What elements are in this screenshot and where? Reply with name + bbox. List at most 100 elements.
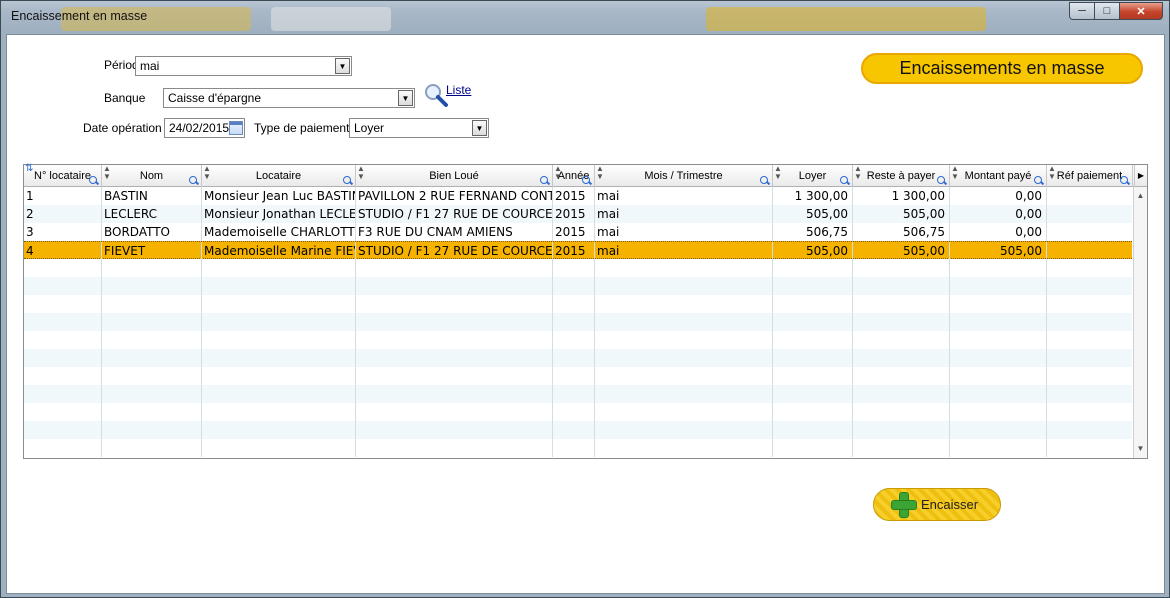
sort-icon[interactable]: ▲ ▼ (951, 165, 959, 181)
cell-bien (356, 349, 553, 367)
cell-montant (950, 349, 1047, 367)
column-header-num-locataire[interactable]: ⇅ N° locataire (24, 164, 102, 187)
cell-nom (102, 349, 202, 367)
filter-icon[interactable] (343, 176, 353, 186)
sort-icon[interactable]: ⇅ (25, 164, 33, 174)
cell-mois (595, 421, 773, 439)
table-row[interactable]: 1 BASTIN Monsieur Jean Luc BASTIN PAVILLON … (24, 187, 1132, 205)
cell-loyer (773, 349, 853, 367)
filter-icon[interactable] (582, 176, 592, 186)
sort-icon[interactable]: ▲ ▼ (203, 165, 211, 181)
periode-select[interactable]: mai ▼ (135, 56, 352, 76)
filter-icon[interactable] (1120, 176, 1130, 186)
column-header-mois[interactable]: ▲ ▼ Mois / Trimestre (595, 165, 773, 187)
sort-icon[interactable]: ▲ ▼ (596, 165, 604, 181)
cell-montant (950, 295, 1047, 313)
column-header-annee[interactable]: ▲ ▼ Année (553, 165, 595, 187)
filter-icon[interactable] (1034, 176, 1044, 186)
cell-mois (595, 313, 773, 331)
table-row[interactable]: 2 LECLERC Monsieur Jonathan LECLERC STUDIO … (24, 205, 1132, 223)
vertical-scrollbar[interactable]: ▲ ▼ (1133, 187, 1147, 458)
title-bar[interactable]: Encaissement en masse ─ □ ✕ (1, 1, 1169, 33)
cell-num: 4 (24, 242, 102, 260)
cell-reste: 1 300,00 (853, 187, 950, 205)
scroll-up-button[interactable]: ▲ (1134, 189, 1147, 203)
cell-montant: 0,00 (950, 223, 1047, 241)
dialog-content: Période mai ▼ Banque Caisse d'épargne ▼ … (6, 34, 1165, 594)
filter-icon[interactable] (840, 176, 850, 186)
empty-row (24, 259, 1132, 277)
cell-nom (102, 277, 202, 295)
cell-num: 1 (24, 187, 102, 205)
column-header-loyer[interactable]: ▲ ▼ Loyer (773, 165, 853, 187)
column-header-montant[interactable]: ▲ ▼ Montant payé (950, 165, 1047, 187)
filter-icon[interactable] (540, 176, 550, 186)
cell-ref (1047, 349, 1132, 367)
cell-bien (356, 295, 553, 313)
cell-montant: 0,00 (950, 205, 1047, 223)
cell-locataire (202, 403, 356, 421)
cell-bien: PAVILLON 2 RUE FERNAND CONTANT (356, 187, 553, 205)
date-operation-label: Date opération (83, 121, 162, 135)
cell-locataire (202, 367, 356, 385)
cell-nom: FIEVET (102, 242, 202, 260)
sort-icon[interactable]: ▲ ▼ (854, 165, 862, 181)
column-header-ref[interactable]: ▲ ▼ Réf paiement (1047, 165, 1133, 187)
scroll-right-button[interactable]: ▶ (1134, 165, 1147, 187)
cell-locataire (202, 313, 356, 331)
cell-nom (102, 313, 202, 331)
cell-num (24, 403, 102, 421)
column-header-locataire[interactable]: ▲ ▼ Locataire (202, 165, 356, 187)
filter-icon[interactable] (189, 176, 199, 186)
page-title: Encaissements en masse (861, 53, 1143, 84)
sort-icon[interactable]: ▲ ▼ (103, 165, 111, 181)
filter-icon[interactable] (760, 176, 770, 186)
chevron-down-icon[interactable]: ▼ (472, 120, 487, 136)
banque-select[interactable]: Caisse d'épargne ▼ (163, 88, 415, 108)
calendar-icon[interactable] (229, 121, 243, 135)
maximize-button[interactable]: □ (1094, 2, 1120, 20)
date-operation-field[interactable]: 24/02/2015 (164, 118, 245, 138)
cell-loyer (773, 439, 853, 457)
column-header-bien-loue[interactable]: ▲ ▼ Bien Loué (356, 165, 553, 187)
cell-montant (950, 403, 1047, 421)
cell-locataire (202, 349, 356, 367)
empty-row (24, 277, 1132, 295)
cell-locataire: Monsieur Jonathan LECLERC (204, 205, 356, 223)
cell-mois (595, 277, 773, 295)
column-header-nom[interactable]: ▲ ▼ Nom (102, 165, 202, 187)
minimize-button[interactable]: ─ (1069, 2, 1095, 20)
cell-loyer (773, 259, 853, 277)
chevron-down-icon[interactable]: ▼ (335, 58, 350, 74)
sort-icon[interactable]: ▲ ▼ (554, 165, 562, 181)
cell-annee (553, 349, 595, 367)
cell-reste (853, 259, 950, 277)
sort-icon[interactable]: ▲ ▼ (1048, 165, 1056, 181)
filter-icon[interactable] (937, 176, 947, 186)
type-paiement-value: Loyer (354, 121, 385, 135)
sort-icon[interactable]: ▲ ▼ (774, 165, 782, 181)
cell-num (24, 259, 102, 277)
cell-mois: mai (595, 187, 773, 205)
cell-annee: 2015 (553, 242, 595, 260)
cell-mois (595, 439, 773, 457)
cell-bien (356, 403, 553, 421)
cell-num (24, 421, 102, 439)
liste-link[interactable]: Liste (446, 83, 471, 97)
table-row[interactable]: 3 BORDATTO Mademoiselle CHARLOTTE F3 RUE DU… (24, 223, 1132, 241)
sort-icon[interactable]: ▲ ▼ (357, 165, 365, 181)
filter-icon[interactable] (89, 176, 99, 186)
cell-mois: mai (595, 242, 773, 260)
cell-montant (950, 439, 1047, 457)
column-header-reste[interactable]: ▲ ▼ Reste à payer (853, 165, 950, 187)
cell-bien (356, 277, 553, 295)
cell-montant (950, 367, 1047, 385)
encaisser-button[interactable]: Encaisser (873, 488, 1001, 521)
chevron-down-icon[interactable]: ▼ (398, 90, 413, 106)
type-paiement-select[interactable]: Loyer ▼ (349, 118, 489, 138)
cell-annee (553, 277, 595, 295)
cell-locataire: Monsieur Jean Luc BASTIN (204, 187, 356, 205)
scroll-down-button[interactable]: ▼ (1134, 442, 1147, 456)
close-button[interactable]: ✕ (1119, 2, 1163, 20)
table-row[interactable]: 4FIEVETMademoiselle Marine FIEVETSTUDIO … (24, 241, 1132, 260)
